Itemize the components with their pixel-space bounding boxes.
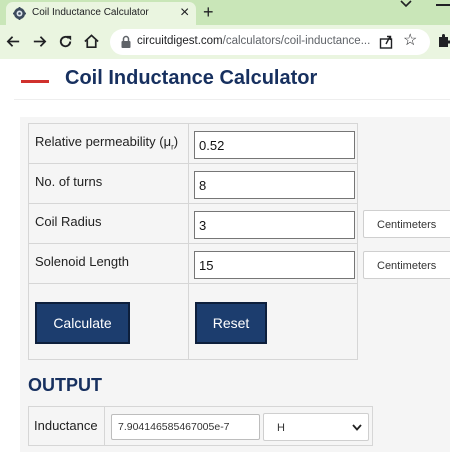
reload-icon[interactable]: [57, 33, 74, 50]
title-divider: [14, 99, 450, 100]
relative-permeability-input[interactable]: [194, 131, 355, 159]
row-number-of-turns: No. of turns: [29, 164, 357, 204]
row-buttons: Calculate Reset: [29, 284, 357, 359]
url-path: /calculators/coil-inductance...: [222, 35, 371, 47]
relative-permeability-label: Relative permeability (μr): [35, 134, 178, 152]
title-accent-dash: [21, 80, 49, 83]
coil-radius-label: Coil Radius: [35, 214, 102, 229]
solenoid-length-label: Solenoid Length: [35, 254, 129, 269]
url-text[interactable]: circuitdigest.com/calculators/coil-induc…: [137, 35, 370, 47]
close-tab-icon[interactable]: ×: [180, 3, 189, 23]
row-relative-permeability: Relative permeability (μr): [29, 124, 357, 164]
page-content: Coil Inductance Calculator Relative perm…: [0, 59, 450, 452]
inductance-unit-value: H: [277, 422, 285, 434]
share-icon[interactable]: [378, 34, 394, 50]
output-table: Inductance H: [28, 406, 373, 446]
inductance-output-field[interactable]: [111, 414, 260, 440]
browser-tab[interactable]: Coil Inductance Calculator ×: [6, 2, 196, 25]
chevron-down-icon[interactable]: [398, 0, 414, 11]
url-omnibox[interactable]: circuitdigest.com/calculators/coil-induc…: [110, 29, 430, 55]
solenoid-length-unit-value: Centimeters: [377, 260, 437, 272]
coil-radius-input[interactable]: [194, 211, 355, 239]
label-cell: Coil Radius: [29, 204, 189, 243]
gear-favicon-icon: [13, 7, 26, 20]
number-of-turns-input[interactable]: [194, 171, 355, 199]
calculate-button[interactable]: Calculate: [35, 302, 130, 344]
row-coil-radius: Coil Radius: [29, 204, 357, 244]
page-title: Coil Inductance Calculator: [65, 67, 318, 89]
url-host: circuitdigest.com: [137, 35, 223, 47]
button-cell: Calculate: [29, 284, 189, 359]
label-cell: Relative permeability (μr): [29, 124, 189, 163]
relative-permeability-label-text: Relative permeability (μ: [35, 134, 172, 149]
output-heading: OUTPUT: [28, 375, 102, 395]
label-cell: No. of turns: [29, 164, 189, 203]
chevron-down-icon: [352, 424, 362, 431]
home-icon[interactable]: [83, 33, 100, 50]
inductance-label: Inductance: [34, 418, 98, 433]
back-arrow-icon[interactable]: [5, 33, 22, 50]
output-divider: [104, 407, 105, 445]
coil-radius-unit-value: Centimeters: [377, 219, 437, 231]
label-close-paren: ): [173, 134, 179, 149]
bookmark-star-icon[interactable]: ☆: [403, 32, 417, 50]
calculator-form-table: Relative permeability (μr) No. of turns …: [28, 123, 358, 360]
solenoid-length-input[interactable]: [194, 251, 355, 279]
browser-tab-bar: Coil Inductance Calculator × +: [0, 0, 450, 25]
minimize-icon[interactable]: [436, 4, 450, 6]
solenoid-length-unit-select[interactable]: Centimeters: [363, 251, 450, 279]
lock-icon[interactable]: [120, 35, 132, 49]
address-bar: circuitdigest.com/calculators/coil-induc…: [0, 25, 450, 59]
label-cell: Solenoid Length: [29, 244, 189, 283]
inductance-unit-select[interactable]: H: [263, 413, 369, 441]
coil-radius-unit-select[interactable]: Centimeters: [363, 210, 450, 238]
row-solenoid-length: Solenoid Length: [29, 244, 357, 284]
number-of-turns-label: No. of turns: [35, 174, 103, 189]
new-tab-button[interactable]: +: [203, 0, 214, 24]
extensions-puzzle-icon[interactable]: [437, 33, 450, 49]
tab-title: Coil Inductance Calculator: [32, 7, 149, 18]
reset-button[interactable]: Reset: [195, 302, 267, 344]
forward-arrow-icon[interactable]: [31, 33, 48, 50]
calculator-panel: Relative permeability (μr) No. of turns …: [20, 117, 450, 452]
